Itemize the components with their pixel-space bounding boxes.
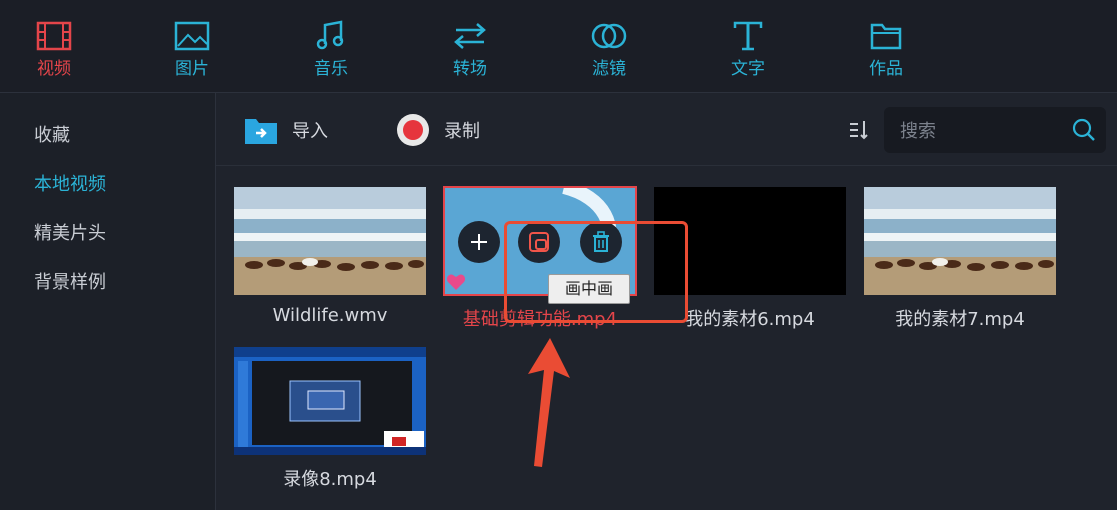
image-icon bbox=[174, 21, 210, 51]
search-input[interactable] bbox=[898, 115, 1062, 147]
tab-works-label: 作品 bbox=[869, 59, 903, 79]
search-icon[interactable] bbox=[1072, 118, 1096, 142]
toolbar: 导入 录制 bbox=[216, 93, 1117, 166]
tab-filter-label: 滤镜 bbox=[592, 59, 626, 79]
import-button[interactable]: 导入 bbox=[244, 113, 328, 147]
record-button[interactable]: 录制 bbox=[396, 113, 480, 147]
import-label: 导入 bbox=[292, 121, 328, 142]
tab-text[interactable]: 文字 bbox=[708, 14, 788, 84]
add-to-timeline-button[interactable] bbox=[458, 221, 500, 263]
sidebar-item-backgrounds[interactable]: 背景样例 bbox=[34, 268, 106, 294]
tab-video[interactable]: 视频 bbox=[14, 14, 94, 84]
folder-icon bbox=[870, 23, 902, 50]
media-item-wildlife[interactable]: Wildlife.wmv bbox=[234, 187, 426, 326]
import-folder-icon bbox=[245, 119, 277, 144]
text-icon bbox=[733, 21, 763, 51]
tab-filter[interactable]: 滤镜 bbox=[569, 14, 649, 84]
tab-music-label: 音乐 bbox=[314, 59, 348, 79]
media-name: 我的素材7.mp4 bbox=[895, 309, 1025, 330]
top-navigation: 视频 图片 音乐 转场 滤镜 文字 作品 bbox=[0, 0, 1117, 93]
sidebar-item-intros[interactable]: 精美片头 bbox=[34, 219, 106, 245]
transition-icon bbox=[454, 23, 486, 49]
tab-image[interactable]: 图片 bbox=[152, 14, 232, 84]
plus-icon bbox=[471, 234, 487, 250]
tab-video-label: 视频 bbox=[37, 59, 71, 79]
sort-icon[interactable] bbox=[848, 119, 870, 141]
tab-works[interactable]: 作品 bbox=[846, 14, 926, 84]
tab-image-label: 图片 bbox=[175, 59, 209, 79]
sidebar: 收藏 本地视频 精美片头 背景样例 bbox=[0, 93, 216, 510]
annotation-highlight-box bbox=[504, 221, 688, 323]
sidebar-item-favorites[interactable]: 收藏 bbox=[34, 121, 70, 147]
media-item-recording-8[interactable]: 录像8.mp4 bbox=[234, 347, 426, 491]
record-icon bbox=[397, 114, 429, 146]
search-box bbox=[884, 107, 1106, 153]
tab-transition[interactable]: 转场 bbox=[430, 14, 510, 84]
thumbnail-recording-8 bbox=[234, 347, 426, 455]
music-icon bbox=[316, 20, 344, 50]
annotation-arrow-icon bbox=[528, 338, 570, 467]
film-icon bbox=[36, 21, 72, 51]
thumbnail-material-7 bbox=[864, 187, 1056, 295]
tab-transition-label: 转场 bbox=[453, 59, 487, 79]
tab-music[interactable]: 音乐 bbox=[291, 14, 371, 84]
media-item-material-7[interactable]: 我的素材7.mp4 bbox=[864, 187, 1056, 331]
record-label: 录制 bbox=[444, 121, 480, 142]
media-name: Wildlife.wmv bbox=[272, 305, 388, 326]
filter-icon bbox=[591, 23, 627, 49]
thumbnail-wildlife bbox=[234, 187, 426, 295]
tab-text-label: 文字 bbox=[731, 59, 765, 79]
favorite-heart-icon[interactable] bbox=[446, 273, 466, 291]
sidebar-item-local-video[interactable]: 本地视频 bbox=[34, 170, 106, 196]
media-name: 录像8.mp4 bbox=[283, 469, 377, 490]
